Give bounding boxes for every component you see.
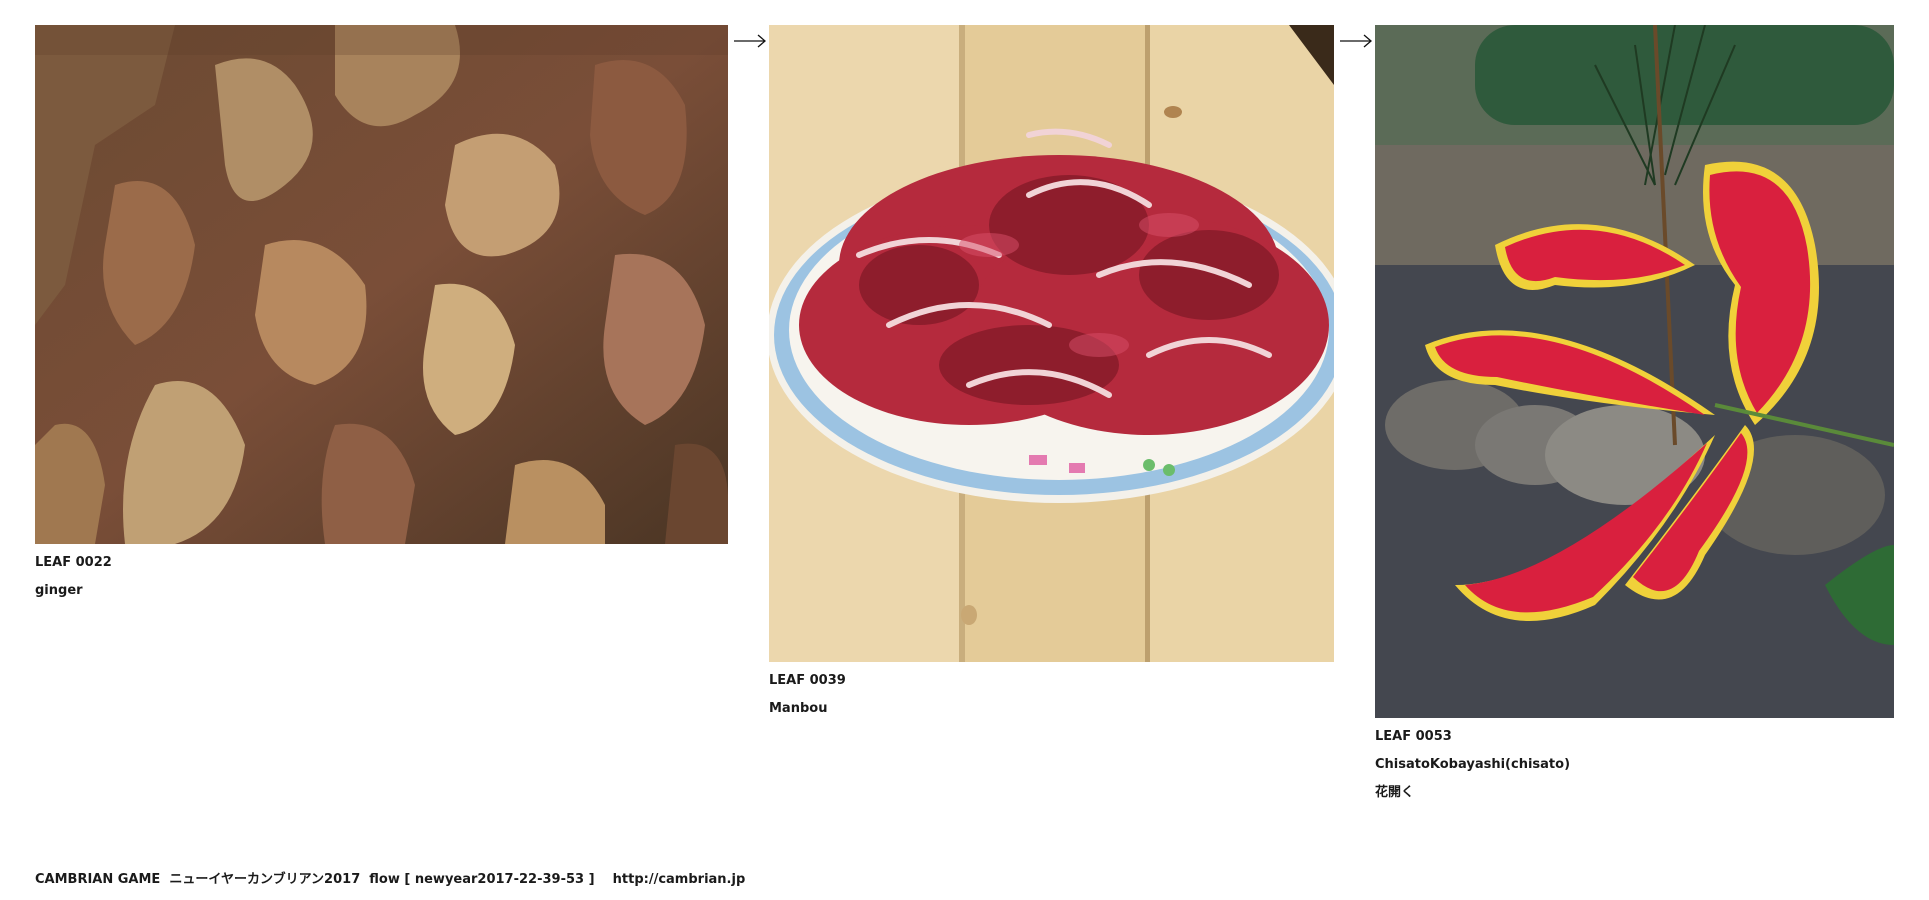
- flow-page: LEAF 0022 ginger LEAF 0039 Manbou LEAF 0…: [0, 0, 1929, 900]
- leaf-caption: LEAF 0053 ChisatoKobayashi(chisato) 花開く: [1375, 729, 1570, 813]
- leaf-author: ginger: [35, 583, 83, 598]
- footer-title: CAMBRIAN GAME ニューイヤーカンブリアン2017 flow [ ne…: [35, 872, 595, 887]
- leaf-id: LEAF 0022: [35, 555, 112, 570]
- footer: CAMBRIAN GAME ニューイヤーカンブリアン2017 flow [ ne…: [35, 868, 745, 887]
- leaf-author: ChisatoKobayashi(chisato): [1375, 757, 1571, 772]
- right-arrow-icon: [734, 34, 766, 48]
- leaf-id: LEAF 0053: [1375, 729, 1452, 744]
- footer-link[interactable]: http://cambrian.jp: [613, 872, 746, 887]
- leaf-caption: LEAF 0039 Manbou: [769, 673, 846, 729]
- leaf-caption: LEAF 0022 ginger: [35, 555, 112, 611]
- leaf-image-bark[interactable]: [35, 25, 728, 544]
- right-arrow-icon: [1340, 34, 1372, 48]
- leaf-author: Manbou: [769, 701, 828, 716]
- leaf-image-meat[interactable]: [769, 25, 1334, 662]
- leaf-image-lily[interactable]: [1375, 25, 1894, 718]
- leaf-note: 花開く: [1375, 785, 1415, 800]
- leaf-id: LEAF 0039: [769, 673, 846, 688]
